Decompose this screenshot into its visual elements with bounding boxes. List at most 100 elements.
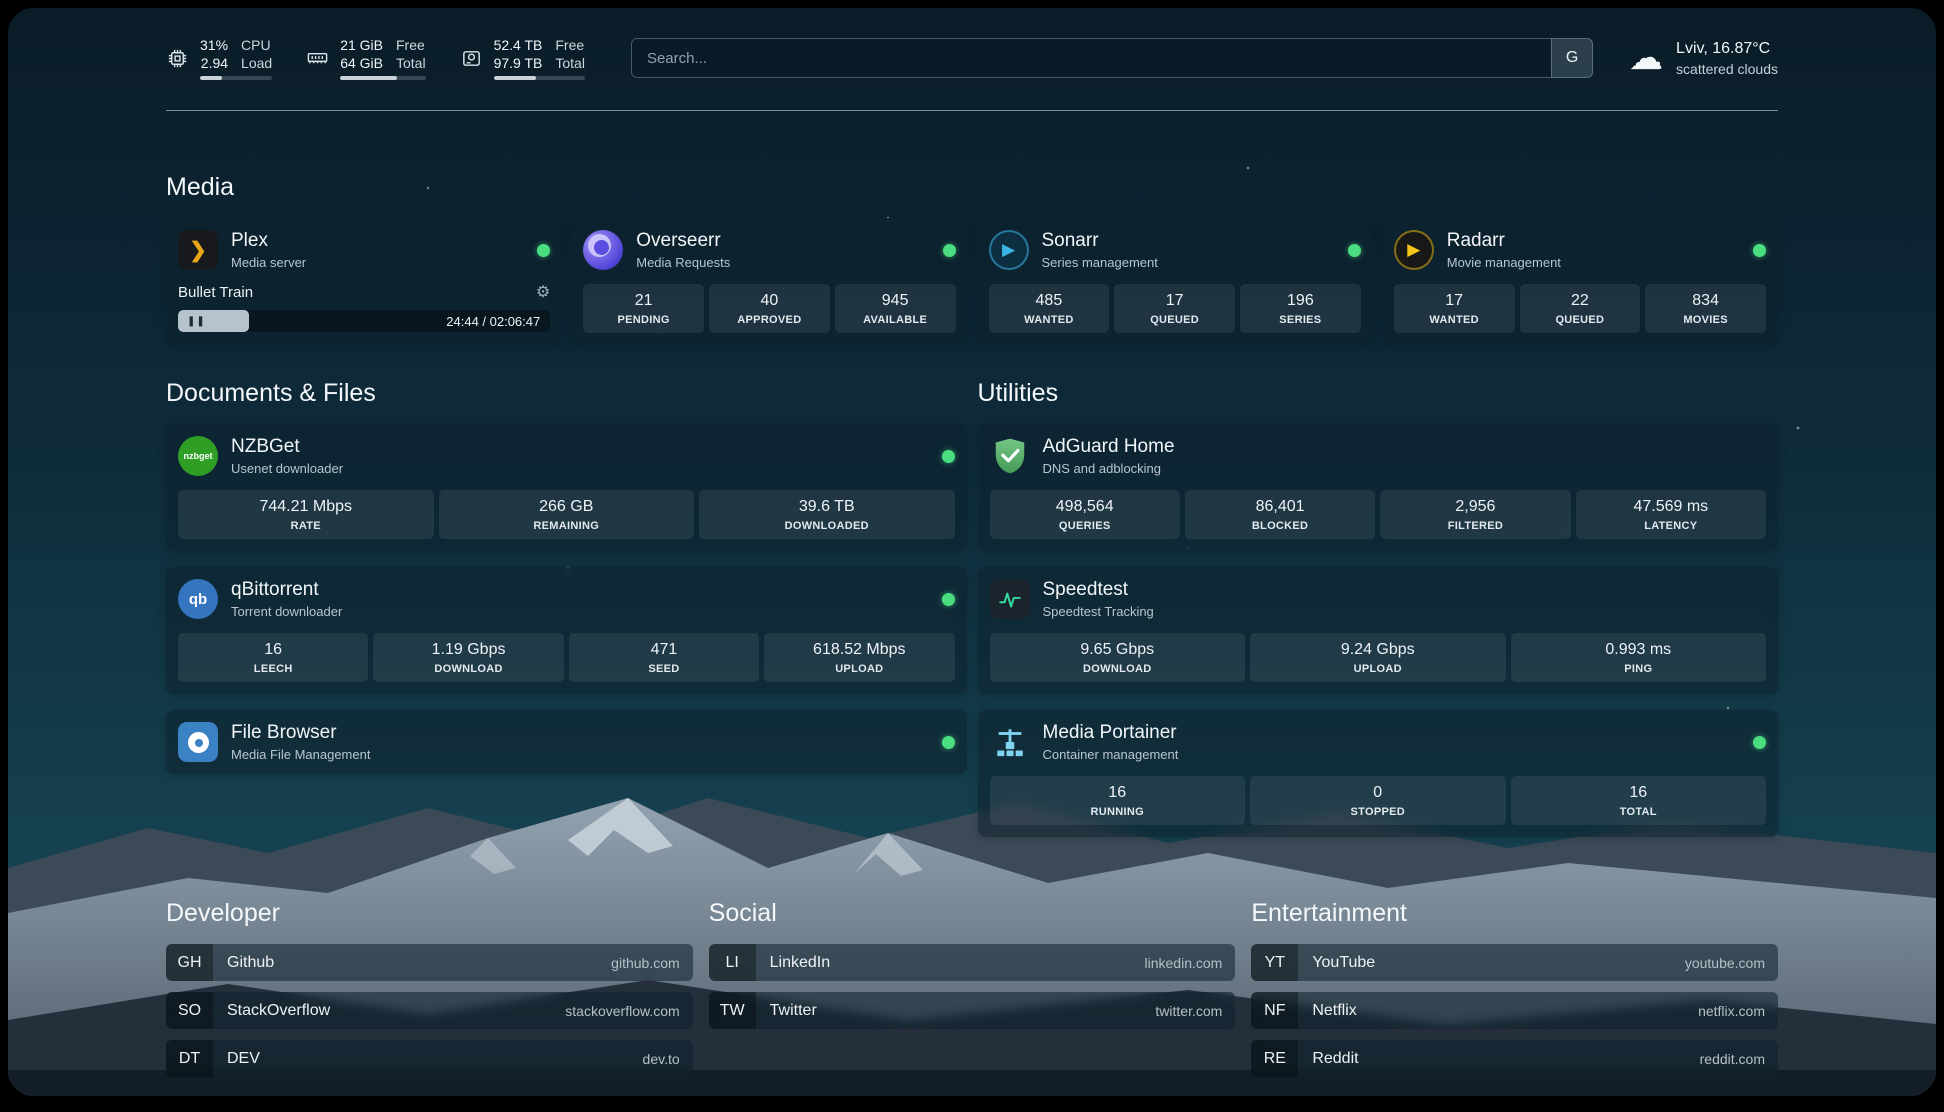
stat-ping: 0.993 ms PING (1511, 633, 1767, 682)
bookmark-stackoverflow[interactable]: SO StackOverflow stackoverflow.com (166, 992, 693, 1029)
service-name: Speedtest (1043, 579, 1154, 601)
bookmark-name: LinkedIn (770, 954, 831, 972)
stat-total: 16 TOTAL (1511, 776, 1767, 825)
status-indicator (942, 450, 955, 463)
stat-leech: 16 LEECH (178, 633, 368, 682)
service-card-overseerr[interactable]: Overseerr Media Requests 21 PENDING 40 A… (571, 218, 967, 345)
stat-pending: 21 PENDING (583, 284, 704, 333)
service-card-filebrowser[interactable]: File Browser Media File Management (166, 710, 967, 774)
bookmark-url: reddit.com (1700, 1051, 1765, 1067)
service-description: Media File Management (231, 747, 370, 762)
stat-series: 196 SERIES (1240, 284, 1361, 333)
bookmark-abbr: DT (166, 1040, 213, 1077)
resource-widgets: 31% CPU 2.94 Load (166, 36, 585, 80)
stat-rate: 744.21 Mbps RATE (178, 490, 434, 539)
bookmark-reddit[interactable]: RE Reddit reddit.com (1251, 1040, 1778, 1077)
bookmark-abbr: NF (1251, 992, 1298, 1029)
stat-download: 9.65 Gbps DOWNLOAD (990, 633, 1246, 682)
bookmark-abbr: RE (1251, 1040, 1298, 1077)
playback-time: 24:44 / 02:06:47 (446, 310, 540, 332)
bookmark-abbr: TW (709, 992, 756, 1029)
cpu-label: CPU (241, 36, 272, 54)
memory-free-label: Free (396, 36, 426, 54)
social-heading: Social (709, 899, 1236, 928)
stat-stopped: 0 STOPPED (1250, 776, 1506, 825)
bookmark-dev[interactable]: DT DEV dev.to (166, 1040, 693, 1077)
service-name: Sonarr (1042, 230, 1158, 252)
stat-blocked: 86,401 BLOCKED (1185, 490, 1375, 539)
search-input[interactable] (631, 38, 1551, 78)
speedtest-icon (990, 579, 1030, 619)
bookmark-name: YouTube (1312, 954, 1375, 972)
search-provider-button[interactable]: G (1551, 38, 1593, 78)
cpu-load: 2.94 (200, 54, 228, 72)
nzbget-icon: nzbget (178, 436, 218, 476)
service-card-adguard[interactable]: AdGuard Home DNS and adblocking 498,564 … (978, 424, 1779, 551)
cpu-usage-bar-fill (200, 76, 222, 80)
service-card-portainer[interactable]: Media Portainer Container management 16 … (978, 710, 1779, 837)
bookmark-url: netflix.com (1698, 1003, 1765, 1019)
service-description: Speedtest Tracking (1043, 604, 1154, 619)
cpu-chip-icon (166, 47, 189, 70)
service-description: Movie management (1447, 255, 1561, 270)
stat-running: 16 RUNNING (990, 776, 1246, 825)
media-heading: Media (166, 173, 1778, 202)
now-playing-title: Bullet Train (178, 284, 253, 301)
service-card-sonarr[interactable]: ▶ Sonarr Series management 485 WANTED (977, 218, 1373, 345)
stat-approved: 40 APPROVED (709, 284, 830, 333)
status-indicator (1753, 244, 1766, 257)
bookmark-github[interactable]: GH Github github.com (166, 944, 693, 981)
pause-icon[interactable]: ❚❚ (187, 310, 206, 332)
entertainment-heading: Entertainment (1251, 899, 1778, 928)
bookmark-youtube[interactable]: YT YouTube youtube.com (1251, 944, 1778, 981)
stat-available: 945 AVAILABLE (835, 284, 956, 333)
plex-now-playing: Bullet Train ⚙ ❚❚ 24:44 / 02:06:47 (178, 282, 550, 332)
bookmark-abbr: GH (166, 944, 213, 981)
sonarr-icon: ▶ (989, 230, 1029, 270)
bookmark-twitter[interactable]: TW Twitter twitter.com (709, 992, 1236, 1029)
section-utilities: Utilities (978, 379, 1779, 837)
section-documents: Documents & Files nzbget NZBGet Usenet d… (166, 379, 967, 774)
utilities-heading: Utilities (978, 379, 1779, 408)
bookmark-name: DEV (227, 1050, 260, 1068)
service-description: Torrent downloader (231, 604, 342, 619)
bookmark-abbr: YT (1251, 944, 1298, 981)
disk-stats: 52.4 TB Free 97.9 TB Total (494, 36, 585, 72)
topbar-divider (166, 110, 1778, 111)
bookmark-abbr: LI (709, 944, 756, 981)
service-name: NZBGet (231, 436, 343, 458)
cpu-percent: 31% (200, 36, 228, 54)
gear-icon[interactable]: ⚙ (536, 282, 550, 302)
bookmark-url: dev.to (643, 1051, 680, 1067)
plex-icon: ❯ (178, 230, 218, 270)
playback-progress-bar[interactable]: ❚❚ 24:44 / 02:06:47 (178, 310, 550, 332)
service-name: Media Portainer (1043, 722, 1179, 744)
service-name: Radarr (1447, 230, 1561, 252)
service-card-plex[interactable]: ❯ Plex Media server Bullet Train ⚙ (166, 218, 562, 345)
stat-queries: 498,564 QUERIES (990, 490, 1180, 539)
service-name: Plex (231, 230, 306, 252)
bookmark-linkedin[interactable]: LI LinkedIn linkedin.com (709, 944, 1236, 981)
stat-movies: 834 MOVIES (1645, 284, 1766, 333)
section-media: Media ❯ Plex Media server (166, 173, 1778, 345)
service-description: Container management (1043, 747, 1179, 762)
bookmark-name: Reddit (1312, 1050, 1358, 1068)
service-card-nzbget[interactable]: nzbget NZBGet Usenet downloader 744.21 M… (166, 424, 967, 551)
status-indicator (942, 593, 955, 606)
memory-free-value: 21 GiB (340, 36, 383, 54)
service-card-radarr[interactable]: ▶ Radarr Movie management 17 WANTED (1382, 218, 1778, 345)
disk-usage-bar-fill (494, 76, 536, 80)
status-indicator (943, 244, 956, 257)
service-description: Media Requests (636, 255, 730, 270)
bookmark-netflix[interactable]: NF Netflix netflix.com (1251, 992, 1778, 1029)
adguard-shield-icon (990, 436, 1030, 476)
disk-total-label: Total (555, 54, 585, 72)
service-card-speedtest[interactable]: Speedtest Speedtest Tracking 9.65 Gbps D… (978, 567, 1779, 694)
service-name: qBittorrent (231, 579, 342, 601)
stat-upload: 9.24 Gbps UPLOAD (1250, 633, 1506, 682)
bookmark-url: twitter.com (1155, 1003, 1222, 1019)
bookmark-name: Twitter (770, 1002, 817, 1020)
memory-usage-bar (340, 76, 425, 80)
memory-stats: 21 GiB Free 64 GiB Total (340, 36, 425, 72)
service-card-qbittorrent[interactable]: qb qBittorrent Torrent downloader 16 (166, 567, 967, 694)
